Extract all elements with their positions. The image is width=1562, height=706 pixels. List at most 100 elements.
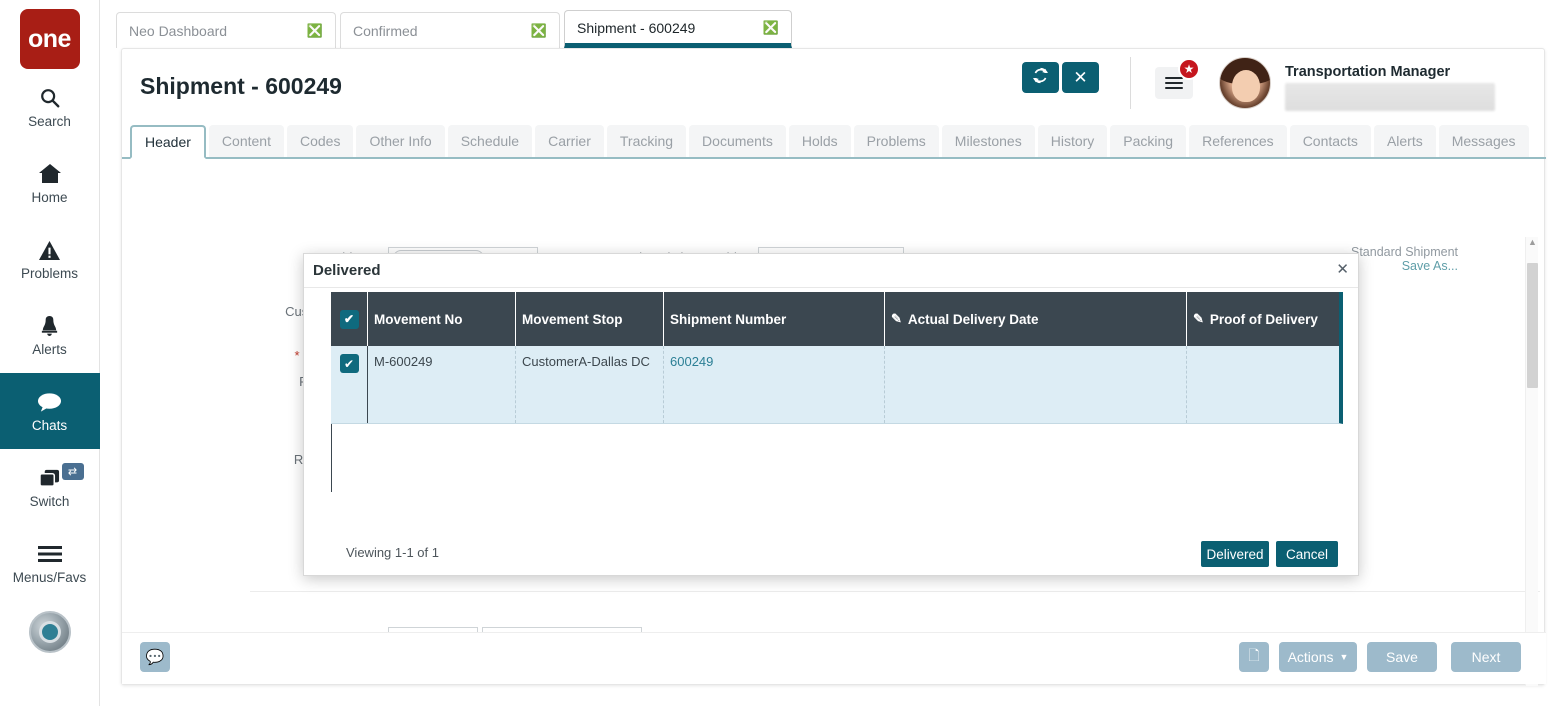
template-name: Standard Shipment bbox=[1351, 245, 1458, 259]
rail-label-problems: Problems bbox=[21, 266, 78, 281]
cell-proof-of-delivery[interactable] bbox=[1187, 346, 1339, 423]
tab-messages[interactable]: Messages bbox=[1439, 125, 1529, 157]
tab-schedule[interactable]: Schedule bbox=[448, 125, 532, 157]
one-logo: one bbox=[20, 9, 80, 69]
tab-codes[interactable]: Codes bbox=[287, 125, 353, 157]
rail-item-search[interactable]: Search bbox=[0, 69, 100, 145]
copy-document-icon: 🗋 bbox=[1248, 645, 1259, 669]
tab-label: Other Info bbox=[369, 133, 431, 149]
tab-problems[interactable]: Problems bbox=[854, 125, 939, 157]
tab-carrier[interactable]: Carrier bbox=[535, 125, 604, 157]
cell-movement-no: M-600249 bbox=[368, 346, 516, 423]
delivered-modal: Delivered ✕ ✔ Movement No Movement Stop … bbox=[303, 253, 1359, 576]
grid-header-row: ✔ Movement No Movement Stop Shipment Num… bbox=[331, 292, 1343, 346]
tab-neo-dashboard[interactable]: Neo Dashboard ❎ bbox=[116, 12, 336, 48]
rail-item-home[interactable]: Home bbox=[0, 145, 100, 221]
tab-label: References bbox=[1202, 133, 1274, 149]
cancel-button[interactable]: Cancel bbox=[1276, 541, 1338, 567]
star-badge-icon: ★ bbox=[1178, 58, 1200, 80]
column-proof-of-delivery[interactable]: ✎ Proof of Delivery bbox=[1187, 292, 1339, 346]
card-footer: 💬 🗋 Actions ▼ Save Next bbox=[122, 632, 1546, 684]
tab-label: Contacts bbox=[1303, 133, 1358, 149]
close-page-button[interactable]: ✕ bbox=[1062, 62, 1099, 93]
tab-shipment-600249[interactable]: Shipment - 600249 ❎ bbox=[564, 10, 792, 48]
assistant-avatar-icon[interactable] bbox=[29, 611, 71, 653]
avatar[interactable] bbox=[1219, 57, 1271, 109]
tab-close-icon[interactable]: ❎ bbox=[307, 23, 323, 39]
row-select-cell: ✔ bbox=[331, 346, 368, 423]
column-label: Actual Delivery Date bbox=[908, 312, 1039, 327]
tab-strip: Neo Dashboard ❎ Confirmed ❎ Shipment - 6… bbox=[100, 0, 1562, 48]
edit-icon: ✎ bbox=[1193, 311, 1204, 327]
save-as-link[interactable]: Save As... bbox=[1351, 259, 1458, 273]
viewing-count: Viewing 1-1 of 1 bbox=[346, 545, 439, 560]
tab-contacts[interactable]: Contacts bbox=[1290, 125, 1371, 157]
rail-item-menus-favs[interactable]: Menus/Favs bbox=[0, 525, 100, 601]
tab-label: Confirmed bbox=[353, 23, 418, 39]
switch-badge-icon: ⇄ bbox=[62, 463, 84, 480]
rail-label-search: Search bbox=[28, 114, 71, 129]
tab-other-info[interactable]: Other Info bbox=[356, 125, 444, 157]
modal-footer: Viewing 1-1 of 1 Delivered Cancel bbox=[304, 529, 1360, 575]
tab-packing[interactable]: Packing bbox=[1110, 125, 1186, 157]
chat-bubble-icon[interactable]: 💬 bbox=[140, 642, 170, 672]
tab-close-icon[interactable]: ❎ bbox=[531, 23, 547, 39]
actions-button[interactable]: Actions ▼ bbox=[1279, 642, 1357, 672]
grid-empty-area bbox=[331, 424, 1343, 492]
tab-confirmed[interactable]: Confirmed ❎ bbox=[340, 12, 560, 48]
warning-icon bbox=[38, 237, 61, 263]
tab-label: Problems bbox=[867, 133, 926, 149]
modal-close-icon[interactable]: ✕ bbox=[1336, 260, 1349, 278]
cell-movement-stop: CustomerA-Dallas DC bbox=[516, 346, 664, 423]
save-button[interactable]: Save bbox=[1367, 642, 1437, 672]
tab-tracking[interactable]: Tracking bbox=[607, 125, 686, 157]
column-actual-delivery-date[interactable]: ✎ Actual Delivery Date bbox=[885, 292, 1187, 346]
tab-history[interactable]: History bbox=[1038, 125, 1108, 157]
scrollbar-thumb[interactable] bbox=[1527, 263, 1538, 388]
rail-item-switch[interactable]: ⇄ Switch bbox=[0, 449, 100, 525]
search-icon bbox=[39, 85, 61, 111]
rail-item-chats[interactable]: Chats bbox=[0, 373, 100, 449]
tab-content[interactable]: Content bbox=[209, 125, 284, 157]
column-movement-stop[interactable]: Movement Stop bbox=[516, 292, 664, 346]
tab-label: Codes bbox=[300, 133, 340, 149]
row-checkbox[interactable]: ✔ bbox=[340, 354, 359, 373]
rail-item-problems[interactable]: Problems bbox=[0, 221, 100, 297]
tab-documents[interactable]: Documents bbox=[689, 125, 786, 157]
delivered-button[interactable]: Delivered bbox=[1201, 541, 1269, 567]
delivered-grid: ✔ Movement No Movement Stop Shipment Num… bbox=[331, 292, 1343, 525]
column-shipment-number[interactable]: Shipment Number bbox=[664, 292, 885, 346]
tab-label: Milestones bbox=[955, 133, 1022, 149]
rail-label-switch: Switch bbox=[30, 494, 70, 509]
next-button[interactable]: Next bbox=[1451, 642, 1521, 672]
shipment-number-link[interactable]: 600249 bbox=[670, 354, 713, 369]
tab-holds[interactable]: Holds bbox=[789, 125, 851, 157]
home-icon bbox=[38, 161, 62, 187]
tab-milestones[interactable]: Milestones bbox=[942, 125, 1035, 157]
tab-label: Messages bbox=[1452, 133, 1516, 149]
tab-label: Header bbox=[145, 134, 191, 150]
cell-shipment-number[interactable]: 600249 bbox=[664, 346, 885, 423]
table-row[interactable]: ✔ M-600249 CustomerA-Dallas DC 600249 bbox=[331, 346, 1343, 424]
tab-close-icon[interactable]: ❎ bbox=[763, 20, 779, 36]
tab-alerts[interactable]: Alerts bbox=[1374, 125, 1436, 157]
form-vertical-scrollbar[interactable]: ▲ ▼ bbox=[1525, 237, 1538, 686]
template-meta: Standard Shipment Save As... bbox=[1351, 245, 1458, 273]
copy-button[interactable]: 🗋 bbox=[1239, 642, 1269, 672]
tab-header[interactable]: Header bbox=[130, 125, 206, 159]
next-label: Next bbox=[1472, 649, 1501, 665]
check-icon: ✔ bbox=[344, 312, 354, 326]
app-root: one Search Home Problems Alerts bbox=[0, 0, 1562, 706]
tab-references[interactable]: References bbox=[1189, 125, 1287, 157]
column-movement-no[interactable]: Movement No bbox=[368, 292, 516, 346]
select-all-checkbox[interactable]: ✔ bbox=[340, 310, 359, 329]
cell-actual-delivery-date[interactable] bbox=[885, 346, 1187, 423]
save-label: Save bbox=[1386, 649, 1418, 665]
rail-item-alerts[interactable]: Alerts bbox=[0, 297, 100, 373]
refresh-button[interactable] bbox=[1022, 62, 1059, 93]
page-title: Shipment - 600249 bbox=[140, 73, 342, 100]
tab-label: History bbox=[1051, 133, 1095, 149]
switch-icon bbox=[37, 465, 62, 491]
tab-label: Neo Dashboard bbox=[129, 23, 227, 39]
scroll-up-arrow[interactable]: ▲ bbox=[1528, 237, 1537, 247]
